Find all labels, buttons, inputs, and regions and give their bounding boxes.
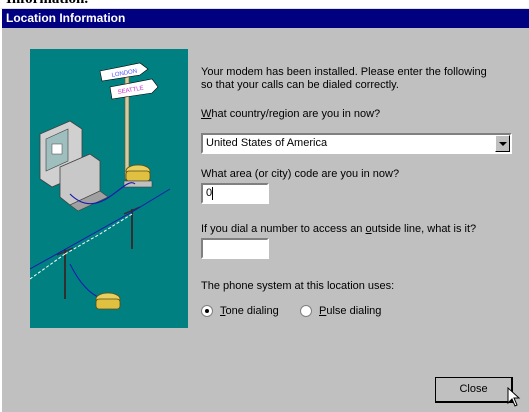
location-information-dialog: Location Information LONDON SEATTLE Your…	[0, 8, 529, 412]
outside-line-label: If you dial a number to access an outsid…	[201, 223, 476, 235]
chevron-down-icon[interactable]	[495, 135, 510, 152]
country-select[interactable]: United States of America	[201, 133, 512, 154]
close-button[interactable]: Close	[435, 377, 513, 403]
mouse-cursor-icon	[507, 387, 521, 407]
modem-illustration-art: LONDON SEATTLE	[29, 62, 171, 310]
area-code-field[interactable]: 0	[201, 183, 269, 204]
country-label-key: W	[201, 108, 212, 120]
area-code-label: What area (or city) code are you in now?	[201, 168, 400, 180]
tone-rest: one dialing	[225, 305, 279, 317]
background-caption-text: Information.	[6, 0, 88, 8]
outside-label-post: utside line, what is it?	[371, 223, 477, 235]
intro-text: Your modem has been installed. Please en…	[201, 66, 487, 92]
modem-illustration: LONDON SEATTLE	[29, 49, 188, 328]
country-label: What country/region are you in now?	[201, 108, 380, 120]
intro-line-1: Your modem has been installed. Please en…	[201, 66, 487, 78]
country-label-post: hat country/region are you in now?	[211, 108, 381, 120]
radio-unselected-icon	[300, 305, 312, 317]
radio-selected-icon	[201, 305, 213, 317]
tone-dialing-radio[interactable]: Tone dialing	[201, 305, 279, 317]
background-window-caption: Information.	[0, 0, 529, 8]
text-caret	[212, 187, 213, 200]
pulse-dialing-radio[interactable]: Pulse dialing	[300, 305, 381, 317]
tone-dialing-label: Tone dialing	[220, 305, 279, 317]
country-select-value: United States of America	[206, 137, 328, 149]
pulse-rest: ulse dialing	[326, 305, 382, 317]
telephone-icon-bottom	[95, 292, 121, 310]
phone-system-label: The phone system at this location uses:	[201, 280, 395, 292]
outside-label-pre: If you dial a number to access an	[201, 223, 366, 235]
title-bar[interactable]: Location Information	[2, 9, 529, 28]
outside-line-field[interactable]	[201, 238, 269, 259]
close-button-label: Close	[459, 383, 488, 395]
window-title: Location Information	[6, 11, 126, 25]
pulse-dialing-label: Pulse dialing	[319, 305, 381, 317]
intro-line-2: so that your calls can be dialed correct…	[201, 79, 399, 91]
